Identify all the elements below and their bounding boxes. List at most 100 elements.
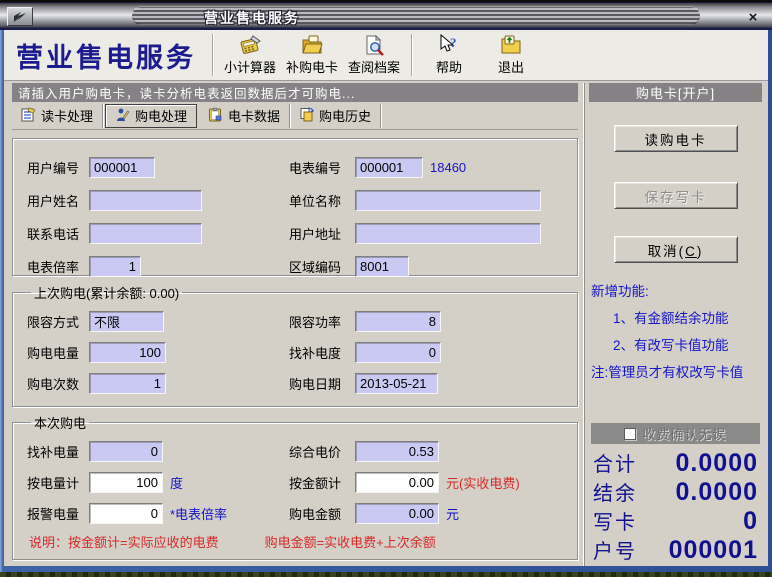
repurchase-card-button-label: 补购电卡 (286, 57, 338, 76)
by-energy-field[interactable] (89, 472, 163, 493)
toolbar-separator (411, 34, 412, 76)
new-feature-1: 1、有金额结余功能 (591, 305, 760, 332)
adjust-energy-field[interactable] (89, 441, 163, 462)
balance-value: 0.0000 (637, 478, 758, 507)
help-button-label: 帮助 (436, 57, 462, 76)
clipboard-icon (208, 107, 223, 125)
amount-field[interactable] (355, 503, 439, 524)
purchase-date-label: 购电日期 (289, 374, 355, 393)
fee-confirm-checkbox[interactable] (624, 428, 636, 440)
current-purchase-title: 本次购电 (31, 413, 89, 432)
phone-label: 联系电话 (27, 224, 89, 243)
last-purchase-title: 上次购电(累计余额: 0.00) (31, 283, 182, 302)
tab-read-card[interactable]: 读卡处理 (12, 104, 103, 128)
title-bar: 营业售电服务 × (0, 2, 772, 30)
write-card-row: 写卡 0 (593, 506, 758, 535)
energy-label: 购电电量 (27, 343, 89, 362)
price-label: 综合电价 (289, 442, 355, 461)
exit-icon (499, 34, 523, 56)
note-edit-icon (21, 107, 36, 125)
meter-rate-label: 电表倍率 (27, 257, 89, 276)
right-panel: 读购电卡 保存写卡 取消(C) 新增功能: 1、有金额结余功能 2、有改写卡值功… (589, 102, 762, 566)
by-amount-field[interactable] (355, 472, 439, 493)
page-title: 营业售电服务 (10, 36, 206, 75)
energy-field[interactable] (89, 342, 166, 363)
pages-history-icon (299, 107, 314, 125)
right-panel-header: 购电卡[开户] (589, 83, 762, 102)
tab-purchase-history-label: 购电历史 (319, 106, 371, 125)
org-name-label: 单位名称 (289, 191, 355, 210)
tab-purchase-process[interactable]: 购电处理 (105, 104, 197, 128)
close-icon[interactable]: × (743, 7, 763, 27)
new-feature-2: 2、有改写卡值功能 (591, 332, 760, 359)
fee-confirm-bar: 收费确认无误 (591, 423, 760, 444)
calculator-button-label: 小计算器 (224, 57, 276, 76)
status-message-bar: 请插入用户购电卡，读卡分析电表返回数据后才可购电... (12, 83, 578, 102)
account-no-value: 000001 (637, 536, 758, 565)
limit-power-field[interactable] (355, 311, 441, 332)
toolbar-separator (212, 34, 213, 76)
folder-card-icon (300, 34, 324, 56)
new-features-info: 新增功能: 1、有金额结余功能 2、有改写卡值功能 注:管理员才有权改写卡值 (591, 278, 760, 386)
by-amount-unit: 元(实收电费) (446, 473, 520, 492)
user-no-field[interactable] (89, 157, 155, 178)
limit-mode-field[interactable] (89, 311, 164, 332)
calculator-icon (238, 34, 262, 56)
by-energy-label: 按电量计 (27, 473, 89, 492)
app-logo-icon (7, 7, 33, 26)
write-card-label: 写卡 (593, 506, 637, 535)
read-card-button[interactable]: 读购电卡 (614, 125, 738, 152)
org-name-field[interactable] (355, 190, 541, 211)
cancel-button[interactable]: 取消(C) (614, 236, 738, 263)
tab-card-data[interactable]: 电卡数据 (199, 104, 290, 128)
totals-panel: 合计 0.0000 结余 0.0000 写卡 0 (591, 444, 760, 566)
adjust-degree-field[interactable] (355, 342, 441, 363)
help-button[interactable]: ? 帮助 (418, 31, 480, 79)
alarm-energy-label: 报警电量 (27, 504, 89, 523)
total-label: 合计 (593, 448, 637, 477)
phone-field[interactable] (89, 223, 202, 244)
user-name-field[interactable] (89, 190, 202, 211)
person-pen-icon (115, 107, 130, 125)
address-label: 用户地址 (289, 224, 355, 243)
app-window: 营业售电服务 × 营业售电服务 (0, 2, 772, 572)
price-field[interactable] (355, 441, 439, 462)
current-purchase-group: 本次购电 找补电量 综合电价 (12, 413, 578, 560)
user-no-label: 用户编号 (27, 158, 89, 177)
calculator-button[interactable]: 小计算器 (219, 31, 281, 79)
account-info-group: 用户编号 电表编号 18460 用户姓名 (12, 138, 578, 276)
times-label: 购电次数 (27, 374, 89, 393)
limit-power-label: 限容功率 (289, 312, 355, 331)
balance-row: 结余 0.0000 (593, 477, 758, 506)
save-write-card-button: 保存写卡 (614, 182, 738, 209)
meter-rate-field[interactable] (89, 256, 141, 277)
times-field[interactable] (89, 373, 166, 394)
view-archives-button[interactable]: 查阅档案 (343, 31, 405, 79)
note-amount-formula: 购电金额=实收电费+上次余额 (265, 532, 436, 551)
address-field[interactable] (355, 223, 541, 244)
repurchase-card-button[interactable]: 补购电卡 (281, 31, 343, 79)
adjust-energy-label: 找补电量 (27, 442, 89, 461)
view-archives-button-label: 查阅档案 (348, 57, 400, 76)
tab-read-card-label: 读卡处理 (41, 106, 93, 125)
tab-strip: 读卡处理 购电处理 (12, 102, 578, 130)
total-value: 0.0000 (637, 449, 758, 478)
total-row: 合计 0.0000 (593, 448, 758, 477)
window-title: 营业售电服务 (204, 8, 300, 28)
tab-purchase-history[interactable]: 购电历史 (290, 104, 381, 128)
tab-card-data-label: 电卡数据 (228, 106, 280, 125)
toolbar: 营业售电服务 (4, 30, 768, 81)
adjust-degree-label: 找补电度 (289, 343, 355, 362)
by-amount-label: 按金额计 (289, 473, 355, 492)
amount-label: 购电金额 (289, 504, 355, 523)
last-purchase-group: 上次购电(累计余额: 0.00) 限容方式 限容功率 (12, 283, 578, 407)
purchase-date-field[interactable] (355, 373, 438, 394)
note-by-amount: 说明：按金额计=实际应收的电费 (29, 532, 219, 551)
amount-unit: 元 (446, 504, 459, 523)
alarm-energy-field[interactable] (89, 503, 163, 524)
area-code-field[interactable] (355, 256, 409, 277)
user-name-label: 用户姓名 (27, 191, 89, 210)
exit-button[interactable]: 退出 (480, 31, 542, 79)
window-border: 营业售电服务 (0, 30, 772, 572)
meter-no-field[interactable] (355, 157, 423, 178)
